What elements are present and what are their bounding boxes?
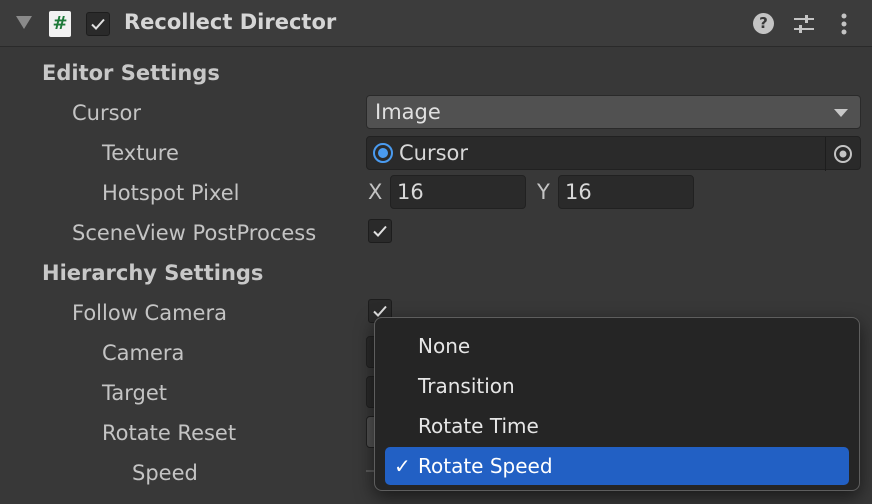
help-icon[interactable]: ?: [753, 13, 774, 34]
hotspot-pixel-label: Hotspot Pixel: [102, 181, 240, 205]
menu-item-label: Rotate Time: [418, 414, 539, 438]
checkmark-icon: [91, 18, 105, 30]
target-label: Target: [102, 381, 167, 405]
menu-item-label: Transition: [418, 374, 515, 398]
sceneview-postprocess-label: SceneView PostProcess: [72, 221, 317, 245]
cursor-label: Cursor: [72, 101, 142, 125]
camera-label: Camera: [102, 341, 185, 365]
texture-object-field[interactable]: Cursor: [366, 136, 861, 171]
speed-label: Speed: [132, 461, 198, 485]
hotspot-y-value: 16: [565, 180, 592, 204]
hotspot-x-label[interactable]: X: [368, 176, 382, 208]
sliders-icon[interactable]: [793, 13, 815, 35]
texture-asset-icon: [373, 143, 393, 163]
cursor-dropdown[interactable]: Image: [366, 95, 861, 129]
editor-settings-heading[interactable]: Editor Settings: [42, 60, 220, 86]
texture-object-value: Cursor: [399, 141, 469, 165]
hotspot-y-label[interactable]: Y: [537, 176, 550, 208]
texture-label: Texture: [102, 141, 179, 165]
menu-item-label: None: [418, 334, 471, 358]
menu-item-transition[interactable]: Transition: [385, 367, 849, 405]
hotspot-x-input[interactable]: 16: [390, 175, 526, 209]
check-icon: ✓: [394, 454, 411, 478]
hotspot-x-value: 16: [397, 180, 424, 204]
hotspot-y-input[interactable]: 16: [558, 175, 694, 209]
kebab-icon[interactable]: [840, 12, 848, 36]
menu-item-none[interactable]: None: [385, 327, 849, 365]
object-picker-button[interactable]: [825, 137, 860, 171]
script-icon: #: [49, 11, 71, 37]
follow-camera-label: Follow Camera: [72, 301, 227, 325]
target-icon: [834, 145, 852, 163]
menu-item-rotate-time[interactable]: Rotate Time: [385, 407, 849, 445]
component-enabled-checkbox[interactable]: [86, 12, 110, 36]
triangle-down-icon[interactable]: [16, 16, 32, 29]
sceneview-postprocess-checkbox[interactable]: [368, 219, 392, 243]
menu-item-label: Rotate Speed: [418, 454, 553, 478]
rotate-reset-popup-menu: None Transition Rotate Time ✓ Rotate Spe…: [374, 317, 860, 491]
cursor-dropdown-value: Image: [375, 100, 441, 124]
rotate-reset-label: Rotate Reset: [102, 421, 237, 445]
inspector-panel: # Recollect Director ? Editor Settings C…: [0, 0, 872, 504]
menu-item-rotate-speed[interactable]: ✓ Rotate Speed: [385, 447, 849, 485]
checkmark-icon: [373, 225, 387, 237]
hierarchy-settings-heading[interactable]: Hierarchy Settings: [42, 260, 263, 286]
component-title: Recollect Director: [124, 10, 337, 34]
chevron-down-icon: [834, 109, 848, 117]
component-header[interactable]: # Recollect Director ?: [0, 0, 872, 47]
